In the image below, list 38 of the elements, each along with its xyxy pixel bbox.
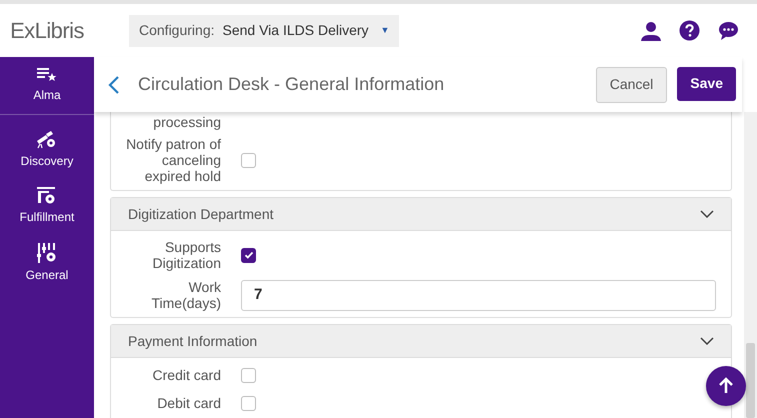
chevron-icon (700, 210, 714, 218)
checkbox[interactable] (241, 248, 256, 262)
configuring-dropdown[interactable]: Configuring: Send Via ILDS Delivery ▼ (129, 14, 400, 46)
field-label: processing (152, 114, 221, 130)
field-label: Work Time(days) (150, 279, 221, 311)
checkbox[interactable] (241, 152, 256, 168)
save-button[interactable]: Save (677, 66, 736, 100)
configuring-label: Configuring: (139, 21, 214, 40)
sidebar-item[interactable]: General (0, 235, 94, 292)
field-label: Supports Digitization (152, 239, 221, 271)
arrow-up-icon (717, 377, 735, 395)
field-label: Debit card (156, 395, 221, 411)
help-icon[interactable] (679, 20, 700, 41)
cancel-button[interactable]: Cancel (596, 66, 668, 102)
back-icon[interactable] (108, 74, 120, 94)
checkbox[interactable] (241, 396, 256, 410)
field-label: Credit card (152, 367, 221, 383)
section-header[interactable]: Payment Information (111, 325, 731, 358)
list-star-icon (37, 67, 57, 83)
shelf-gear-icon (37, 187, 57, 205)
input-field[interactable]: 7 (241, 280, 716, 310)
checkbox[interactable] (241, 368, 256, 382)
scrollbar-thumb[interactable] (746, 343, 755, 418)
section-header[interactable]: Digitization Department (111, 198, 731, 231)
sidebar-item[interactable]: Alma (0, 57, 94, 114)
caret-icon: ▼ (380, 24, 390, 38)
field-label: Notify patron of canceling expired hold (125, 136, 221, 184)
chevron-icon (700, 337, 714, 345)
telescope-gear-icon (36, 129, 58, 149)
logo: ExLibris (10, 17, 84, 45)
chat-icon[interactable] (718, 20, 739, 40)
checkmark-icon (244, 250, 254, 260)
user-icon[interactable] (641, 20, 661, 40)
page-title: Circulation Desk - General Information (138, 73, 444, 96)
configuring-value: Send Via ILDS Delivery (222, 21, 369, 40)
sidebar-item[interactable]: Fulfillment (0, 178, 94, 235)
sliders-gear-icon (37, 243, 57, 263)
sidebar-item[interactable]: Discovery (0, 121, 94, 178)
